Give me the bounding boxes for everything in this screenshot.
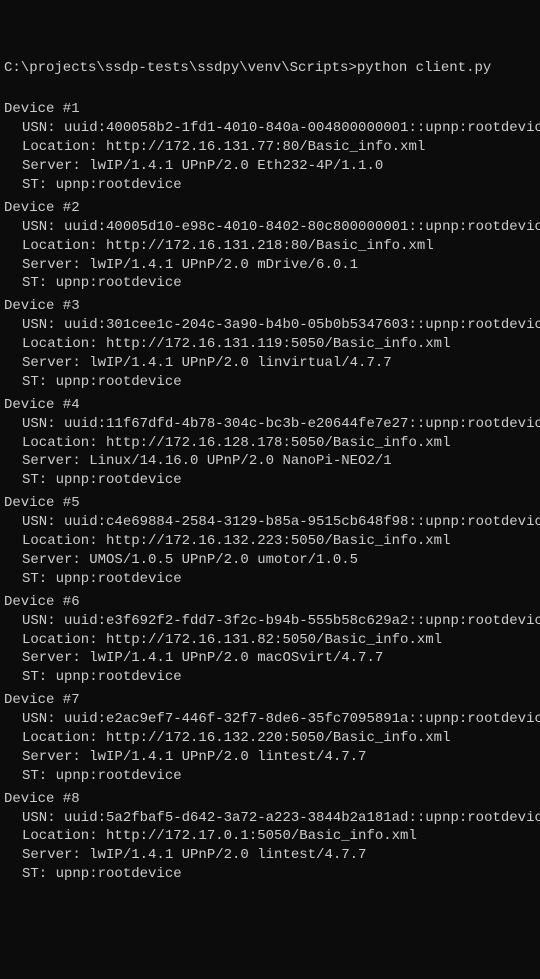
device-block: Device #1USN: uuid:400058b2-1fd1-4010-84… (4, 100, 536, 194)
command-prompt-line: C:\projects\ssdp-tests\ssdpy\venv\Script… (4, 59, 536, 78)
device-usn: USN: uuid:c4e69884-2584-3129-b85a-9515cb… (4, 513, 536, 532)
device-header: Device #5 (4, 494, 536, 513)
device-server: Server: lwIP/1.4.1 UPnP/2.0 Eth232-4P/1.… (4, 157, 536, 176)
device-header: Device #4 (4, 396, 536, 415)
device-location: Location: http://172.16.132.220:5050/Bas… (4, 729, 536, 748)
device-usn: USN: uuid:e2ac9ef7-446f-32f7-8de6-35fc70… (4, 710, 536, 729)
device-block: Device #3USN: uuid:301cee1c-204c-3a90-b4… (4, 297, 536, 391)
device-location: Location: http://172.16.128.178:5050/Bas… (4, 434, 536, 453)
device-block: Device #5USN: uuid:c4e69884-2584-3129-b8… (4, 494, 536, 588)
device-block: Device #2USN: uuid:40005d10-e98c-4010-84… (4, 199, 536, 293)
device-header: Device #2 (4, 199, 536, 218)
device-block: Device #4USN: uuid:11f67dfd-4b78-304c-bc… (4, 396, 536, 490)
device-location: Location: http://172.16.131.77:80/Basic_… (4, 138, 536, 157)
device-usn: USN: uuid:301cee1c-204c-3a90-b4b0-05b0b5… (4, 316, 536, 335)
device-header: Device #7 (4, 691, 536, 710)
device-server: Server: Linux/14.16.0 UPnP/2.0 NanoPi-NE… (4, 452, 536, 471)
device-server: Server: UMOS/1.0.5 UPnP/2.0 umotor/1.0.5 (4, 551, 536, 570)
terminal-output: Device #1USN: uuid:400058b2-1fd1-4010-84… (4, 100, 536, 884)
device-location: Location: http://172.17.0.1:5050/Basic_i… (4, 827, 536, 846)
device-location: Location: http://172.16.131.218:80/Basic… (4, 237, 536, 256)
device-block: Device #6USN: uuid:e3f692f2-fdd7-3f2c-b9… (4, 593, 536, 687)
device-server: Server: lwIP/1.4.1 UPnP/2.0 lintest/4.7.… (4, 748, 536, 767)
device-location: Location: http://172.16.131.119:5050/Bas… (4, 335, 536, 354)
device-st: ST: upnp:rootdevice (4, 274, 536, 293)
device-usn: USN: uuid:400058b2-1fd1-4010-840a-004800… (4, 119, 536, 138)
device-st: ST: upnp:rootdevice (4, 570, 536, 589)
device-server: Server: lwIP/1.4.1 UPnP/2.0 linvirtual/4… (4, 354, 536, 373)
device-st: ST: upnp:rootdevice (4, 373, 536, 392)
device-server: Server: lwIP/1.4.1 UPnP/2.0 mDrive/6.0.1 (4, 256, 536, 275)
device-usn: USN: uuid:11f67dfd-4b78-304c-bc3b-e20644… (4, 415, 536, 434)
device-st: ST: upnp:rootdevice (4, 176, 536, 195)
device-header: Device #8 (4, 790, 536, 809)
device-header: Device #1 (4, 100, 536, 119)
device-usn: USN: uuid:5a2fbaf5-d642-3a72-a223-3844b2… (4, 809, 536, 828)
device-server: Server: lwIP/1.4.1 UPnP/2.0 lintest/4.7.… (4, 846, 536, 865)
device-block: Device #7USN: uuid:e2ac9ef7-446f-32f7-8d… (4, 691, 536, 785)
device-st: ST: upnp:rootdevice (4, 668, 536, 687)
device-st: ST: upnp:rootdevice (4, 865, 536, 884)
device-st: ST: upnp:rootdevice (4, 767, 536, 786)
device-usn: USN: uuid:40005d10-e98c-4010-8402-80c800… (4, 218, 536, 237)
device-server: Server: lwIP/1.4.1 UPnP/2.0 macOSvirt/4.… (4, 649, 536, 668)
device-location: Location: http://172.16.132.223:5050/Bas… (4, 532, 536, 551)
device-usn: USN: uuid:e3f692f2-fdd7-3f2c-b94b-555b58… (4, 612, 536, 631)
device-location: Location: http://172.16.131.82:5050/Basi… (4, 631, 536, 650)
device-st: ST: upnp:rootdevice (4, 471, 536, 490)
device-header: Device #6 (4, 593, 536, 612)
device-header: Device #3 (4, 297, 536, 316)
device-block: Device #8USN: uuid:5a2fbaf5-d642-3a72-a2… (4, 790, 536, 884)
